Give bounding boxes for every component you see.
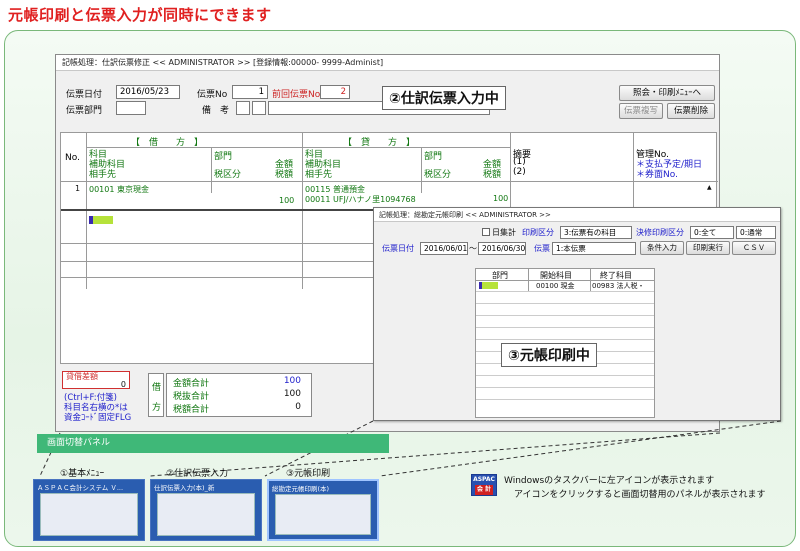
thumb-caption-menu: ①基本ﾒﾆｭｰ [60, 469, 105, 479]
note-taskbar: Windowsのタスクバーに左アイコンが表示されます [504, 476, 715, 486]
thumb-caption-ledger: ③元帳印刷 [286, 469, 331, 479]
page: 元帳印刷と伝票入力が同時にできます 記帳処理：仕訳伝票修正 << ADMINIS… [0, 0, 800, 551]
aspac-taskbar-icon[interactable]: ASPAC 会 計 [471, 474, 497, 496]
thumb-basic-menu[interactable]: ＡＳＰＡＣ会計システム Ｖ... [33, 479, 145, 541]
thumb-title: 総勘定元帳印刷(本) [272, 485, 330, 493]
screen-switch-panel-bar: 画面切替パネル [37, 434, 389, 453]
thumb-title: 仕訳伝票入力(本)_新 [154, 484, 215, 492]
thumb-caption-journal: ②仕訳伝票入力 [166, 469, 229, 479]
thumb-screen [275, 494, 371, 535]
thumb-screen [40, 493, 138, 536]
callout-lines [39, 420, 782, 477]
note-panel: アイコンをクリックすると画面切替用のパネルが表示されます [514, 490, 766, 500]
aspac-icon-text: ASPAC [473, 476, 495, 483]
thumb-screen [157, 493, 255, 536]
aspac-icon-subtext: 会 計 [475, 485, 493, 495]
thumb-ledger-print[interactable]: 総勘定元帳印刷(本) [267, 479, 379, 541]
callout-line [379, 420, 782, 477]
thumb-title: ＡＳＰＡＣ会計システム Ｖ... [37, 484, 124, 492]
thumb-journal-entry[interactable]: 仕訳伝票入力(本)_新 [150, 479, 262, 541]
